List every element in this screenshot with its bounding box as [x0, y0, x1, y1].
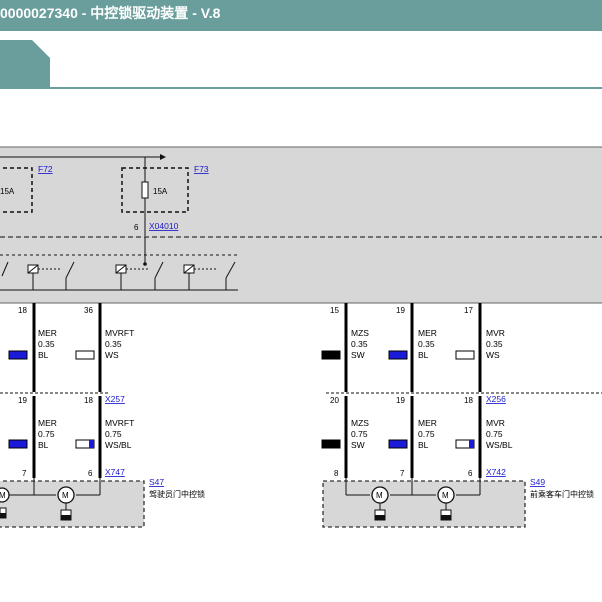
pin-bottom-a: 7: [22, 469, 27, 478]
pin-lower-d: 19: [396, 396, 405, 405]
svg-text:MVRFT: MVRFT: [105, 418, 134, 428]
fuse-f73-icon: [141, 181, 149, 199]
svg-text:0.35: 0.35: [418, 339, 435, 349]
svg-text:MER: MER: [418, 328, 437, 338]
svg-text:BL: BL: [38, 440, 49, 450]
control-module-panel: [0, 146, 602, 304]
pin-bottom-d: 7: [400, 469, 405, 478]
pin-bottom-e: 6: [468, 469, 473, 478]
svg-text:MVR: MVR: [486, 328, 505, 338]
component-s49-name: 前乘客车门中控锁: [530, 489, 594, 499]
svg-text:0.75: 0.75: [418, 429, 435, 439]
pin-lower-b: 18: [84, 396, 93, 405]
svg-text:WS: WS: [486, 350, 500, 360]
svg-text:0.75: 0.75: [486, 429, 503, 439]
svg-text:M: M: [376, 491, 383, 500]
pin-upper-e: 17: [464, 306, 473, 315]
pin-lower-e: 18: [464, 396, 473, 405]
svg-text:0.35: 0.35: [486, 339, 503, 349]
svg-text:MVRFT: MVRFT: [105, 328, 134, 338]
connector-x256-link[interactable]: X256: [486, 394, 506, 404]
pin-lower-c: 20: [330, 396, 339, 405]
wire-label-upper-1: MVRFT 0.35 WS: [75, 328, 134, 360]
svg-text:MZS: MZS: [351, 328, 369, 338]
svg-text:0.75: 0.75: [38, 429, 55, 439]
svg-text:M: M: [62, 491, 69, 500]
wire-label-lower-1: MVRFT 0.75 WS/BL: [75, 418, 134, 450]
component-s49-link[interactable]: S49: [530, 477, 545, 487]
svg-text:0.75: 0.75: [105, 429, 122, 439]
motor-icon: M: [0, 487, 10, 503]
fuse-f72-rating: 15A: [0, 187, 15, 196]
svg-text:BL: BL: [418, 350, 429, 360]
svg-text:MER: MER: [418, 418, 437, 428]
pin-upper-c: 15: [330, 306, 339, 315]
svg-text:WS/BL: WS/BL: [105, 440, 132, 450]
svg-text:BL: BL: [418, 440, 429, 450]
svg-text:MVR: MVR: [486, 418, 505, 428]
svg-text:MER: MER: [38, 418, 57, 428]
connector-x747-link[interactable]: X747: [105, 467, 125, 477]
pin-bottom-b: 6: [88, 469, 93, 478]
svg-text:0.35: 0.35: [105, 339, 122, 349]
pin-upper-a: 18: [18, 306, 27, 315]
svg-text:0.35: 0.35: [38, 339, 55, 349]
connector-x742-link[interactable]: X742: [486, 467, 506, 477]
svg-text:SW: SW: [351, 440, 365, 450]
component-s49: [322, 478, 526, 528]
svg-text:0.75: 0.75: [351, 429, 368, 439]
svg-text:SW: SW: [351, 350, 365, 360]
connector-x04010-link[interactable]: X04010: [149, 221, 179, 231]
pin-upper-d: 19: [396, 306, 405, 315]
component-s47-link[interactable]: S47: [149, 477, 164, 487]
component-s47: [0, 478, 145, 528]
fuse-f73-link[interactable]: F73: [194, 164, 209, 174]
pin-bottom-c: 8: [334, 469, 339, 478]
component-s47-name: 驾驶员门中控锁: [149, 489, 205, 499]
fuse-f73-rating: 15A: [153, 187, 168, 196]
pin-lower-a: 19: [18, 396, 27, 405]
svg-text:M: M: [0, 491, 6, 500]
svg-text:WS: WS: [105, 350, 119, 360]
connector-x257-link[interactable]: X257: [105, 394, 125, 404]
pin-upper-b: 36: [84, 306, 93, 315]
wire-label-lower-4: MVR 0.75 WS/BL: [455, 418, 513, 450]
svg-text:0.35: 0.35: [351, 339, 368, 349]
svg-text:WS/BL: WS/BL: [486, 440, 513, 450]
svg-text:MZS: MZS: [351, 418, 369, 428]
fuse-f73-pin: 6: [134, 223, 139, 232]
wiring-diagram: 15A F72 15A F73 6 X04010 18 36 15 19 17 …: [0, 146, 602, 528]
svg-text:MER: MER: [38, 328, 57, 338]
svg-text:BL: BL: [38, 350, 49, 360]
fuse-f72-link[interactable]: F72: [38, 164, 53, 174]
svg-text:M: M: [442, 491, 449, 500]
